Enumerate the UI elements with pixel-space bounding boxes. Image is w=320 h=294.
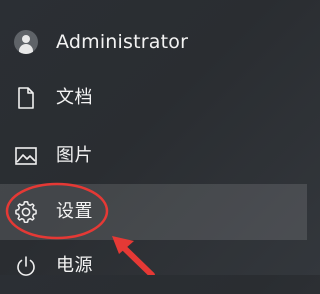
document-icon: [14, 86, 38, 110]
menu-item-label: 设置: [56, 201, 93, 222]
avatar-icon: [14, 30, 38, 54]
menu-item-label: 电源: [56, 255, 93, 276]
menu-item-settings[interactable]: 设置: [0, 184, 307, 240]
menu-item-pictures[interactable]: 图片: [0, 128, 307, 184]
user-account-item[interactable]: Administrator: [0, 14, 307, 70]
menu-item-documents[interactable]: 文档: [0, 70, 307, 126]
power-icon: [14, 254, 38, 278]
menu-item-label: 图片: [56, 145, 93, 166]
gear-icon: [14, 200, 38, 224]
start-menu-sidebar: Administrator 文档 图片 设置 电源: [0, 0, 307, 276]
user-name-label: Administrator: [56, 31, 189, 53]
avatar: [14, 30, 38, 54]
menu-item-label: 文档: [56, 87, 93, 108]
picture-icon: [14, 144, 38, 168]
menu-item-power[interactable]: 电源: [0, 238, 307, 294]
